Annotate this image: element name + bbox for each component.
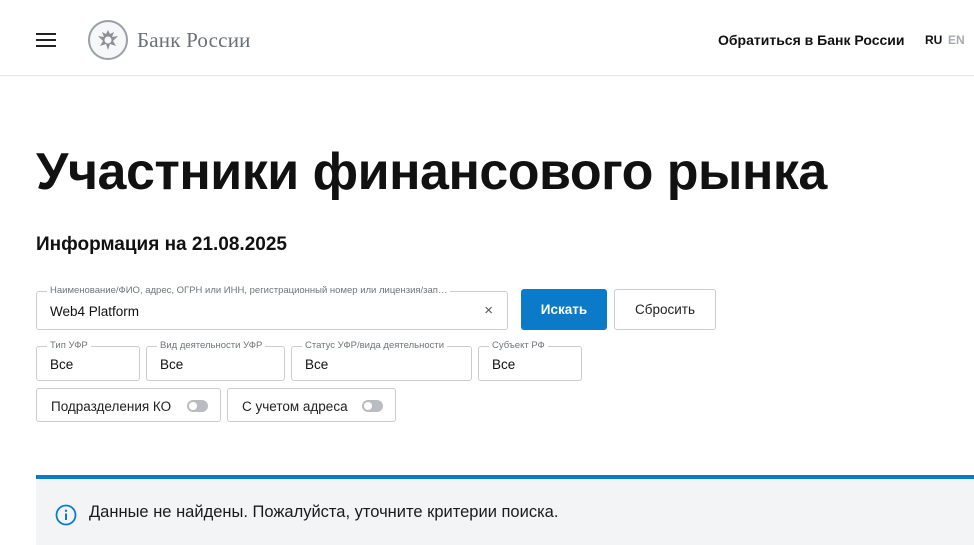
- toggle-label: Подразделения КО: [51, 399, 172, 414]
- toggle-label: С учетом адреса: [242, 399, 348, 414]
- contact-bank-link[interactable]: Обратиться в Банк России: [718, 32, 904, 48]
- filter-region[interactable]: Субъект РФ Все: [478, 340, 582, 381]
- filter-value: Все: [50, 357, 74, 372]
- no-results-alert: Данные не найдены. Пожалуйста, уточните …: [36, 475, 974, 545]
- filter-status[interactable]: Статус УФР/вида деятельности Все: [291, 340, 472, 381]
- site-header: Банк России Обратиться в Банк России RU …: [0, 0, 974, 76]
- filter-label: Вид деятельности УФР: [157, 340, 266, 351]
- info-circle-icon: [55, 504, 77, 526]
- filter-label: Статус УФР/вида деятельности: [302, 340, 448, 351]
- search-field-label: Наименование/ФИО, адрес, ОГРН или ИНН, р…: [47, 285, 451, 296]
- filter-ufr-type[interactable]: Тип УФР Все: [36, 340, 140, 381]
- filter-value: Все: [160, 357, 184, 372]
- clear-icon[interactable]: ×: [484, 302, 493, 319]
- reset-button[interactable]: Сбросить: [614, 289, 716, 330]
- toggle-switch[interactable]: [362, 400, 383, 412]
- toggle-branches[interactable]: Подразделения КО: [36, 388, 221, 422]
- lang-ru-link[interactable]: RU: [925, 33, 942, 47]
- info-date-heading: Информация на 21.08.2025: [36, 234, 287, 255]
- filter-label: Субъект РФ: [489, 340, 548, 351]
- filter-activity-type[interactable]: Вид деятельности УФР Все: [146, 340, 285, 381]
- search-field[interactable]: Наименование/ФИО, адрес, ОГРН или ИНН, р…: [36, 285, 508, 330]
- lang-en-link[interactable]: EN: [948, 33, 965, 47]
- search-button[interactable]: Искать: [521, 289, 607, 330]
- filter-value: Все: [492, 357, 516, 372]
- toggle-switch[interactable]: [187, 400, 208, 412]
- menu-icon[interactable]: [36, 33, 56, 47]
- toggle-address[interactable]: С учетом адреса: [227, 388, 396, 422]
- filter-label: Тип УФР: [47, 340, 91, 351]
- brand-name[interactable]: Банк России: [137, 28, 251, 53]
- filter-value: Все: [305, 357, 329, 372]
- alert-message: Данные не найдены. Пожалуйста, уточните …: [89, 503, 559, 521]
- search-input[interactable]: [50, 304, 470, 319]
- page-title: Участники финансового рынка: [36, 143, 827, 201]
- bank-emblem-icon[interactable]: [88, 20, 128, 60]
